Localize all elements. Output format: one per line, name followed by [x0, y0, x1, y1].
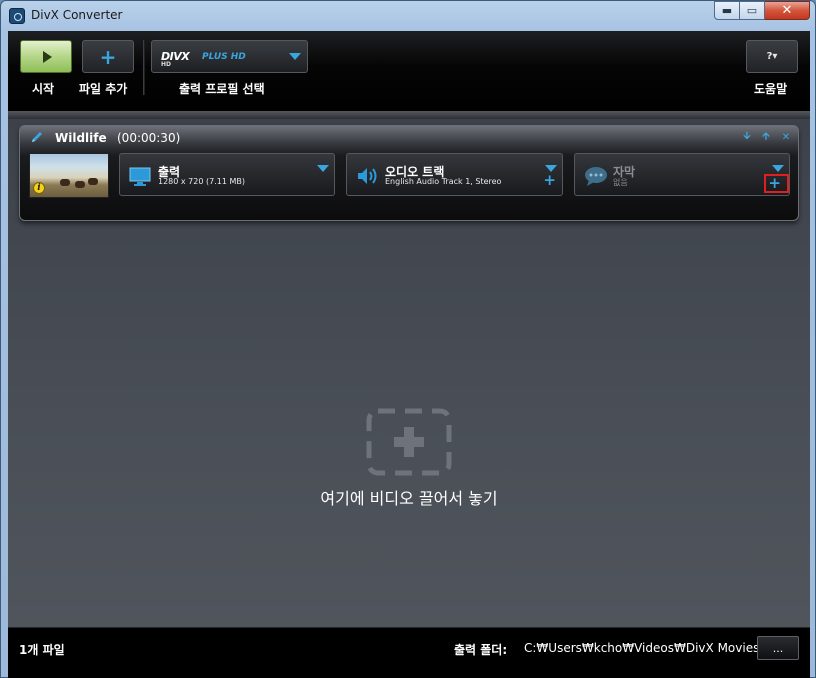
caption-buttons: ▬ ▭ ✕ — [714, 1, 810, 20]
file-duration: (00:00:30) — [117, 131, 181, 145]
toolbar-divider — [143, 40, 145, 95]
audio-track-dropdown[interactable]: 오디오 트랙 English Audio Track 1, Stereo + — [346, 153, 563, 196]
toolbar: 시작 + 파일 추가 DIVX HD PLUS HD 출력 프로필 선택 ?▾ … — [8, 31, 810, 111]
thumbnail-figure — [75, 181, 85, 188]
maximize-button[interactable]: ▭ — [740, 1, 765, 20]
chevron-down-icon — [317, 165, 329, 172]
thumbnail-figure — [60, 179, 70, 186]
play-icon — [43, 50, 52, 63]
subtitle-detail: 없음 — [613, 178, 628, 187]
add-file-label[interactable]: 파일 추가 — [79, 80, 127, 97]
speaker-icon — [358, 168, 377, 184]
toolbar-separator — [8, 111, 810, 119]
app-window: DivX Converter ▬ ▭ ✕ 시작 + 파일 추가 DIVX HD … — [0, 0, 816, 678]
output-profile-dropdown[interactable]: DIVX HD PLUS HD — [151, 40, 308, 73]
window-title: DivX Converter — [31, 8, 123, 22]
minimize-button[interactable]: ▬ — [714, 1, 740, 20]
maximize-icon: ▭ — [746, 4, 758, 17]
info-icon[interactable]: i — [33, 182, 45, 194]
output-folder-label: 출력 폴더: — [454, 643, 508, 657]
move-down-icon[interactable]: 🡫 — [740, 130, 754, 144]
move-up-icon[interactable]: 🡩 — [759, 130, 773, 144]
browse-folder-button[interactable]: ... — [757, 636, 799, 660]
chevron-down-icon — [772, 165, 784, 172]
close-button[interactable]: ✕ — [765, 1, 810, 20]
drop-target-icon — [366, 408, 452, 476]
output-profile-label[interactable]: 출력 프로필 선택 — [179, 80, 265, 97]
title-bar[interactable]: DivX Converter ▬ ▭ ✕ — [1, 1, 815, 31]
output-detail: 1280 x 720 (7.11 MB) — [158, 177, 245, 186]
add-file-button[interactable]: + — [82, 40, 134, 73]
remove-file-icon[interactable]: ✕ — [779, 130, 793, 144]
client-area: 시작 + 파일 추가 DIVX HD PLUS HD 출력 프로필 선택 ?▾ … — [8, 31, 810, 678]
drop-hint-text: 여기에 비디오 끌어서 놓기 — [320, 489, 498, 508]
thumbnail-figure — [88, 178, 98, 185]
output-settings-dropdown[interactable]: 출력 1280 x 720 (7.11 MB) — [119, 153, 335, 196]
start-label[interactable]: 시작 — [32, 80, 54, 97]
close-icon: ✕ — [781, 3, 793, 18]
chevron-down-icon — [289, 53, 301, 60]
pencil-icon[interactable] — [30, 130, 44, 144]
audio-detail: English Audio Track 1, Stereo — [385, 177, 502, 186]
output-folder-path: C:₩Users₩kcho₩Videos₩DivX Movies — [524, 641, 760, 655]
highlight-box — [764, 174, 789, 193]
app-icon[interactable] — [9, 8, 25, 24]
start-button[interactable] — [20, 40, 72, 73]
monitor-icon — [129, 167, 151, 186]
status-bar: 1개 파일 출력 폴더: C:₩Users₩kcho₩Videos₩DivX M… — [8, 627, 810, 678]
help-label[interactable]: 도움말 — [754, 80, 787, 97]
file-name: Wildlife — [55, 131, 107, 145]
file-count: 1개 파일 — [19, 643, 65, 657]
speech-bubble-icon — [585, 167, 607, 186]
help-button[interactable]: ?▾ — [746, 40, 798, 73]
file-list-area[interactable]: Wildlife (00:00:30) 🡫 🡩 ✕ i 출력 1280 x 72… — [8, 119, 810, 627]
add-audio-track-icon[interactable]: + — [543, 173, 556, 188]
divx-logo-sub: HD — [161, 61, 172, 68]
video-thumbnail[interactable]: i — [29, 153, 109, 198]
plus-icon: + — [99, 44, 117, 69]
file-card[interactable]: Wildlife (00:00:30) 🡫 🡩 ✕ i 출력 1280 x 72… — [19, 125, 799, 221]
help-icon: ?▾ — [766, 51, 778, 62]
subtitle-dropdown[interactable]: 자막 없음 + — [574, 153, 790, 196]
minimize-icon: ▬ — [721, 4, 733, 17]
profile-name: PLUS HD — [202, 52, 246, 62]
